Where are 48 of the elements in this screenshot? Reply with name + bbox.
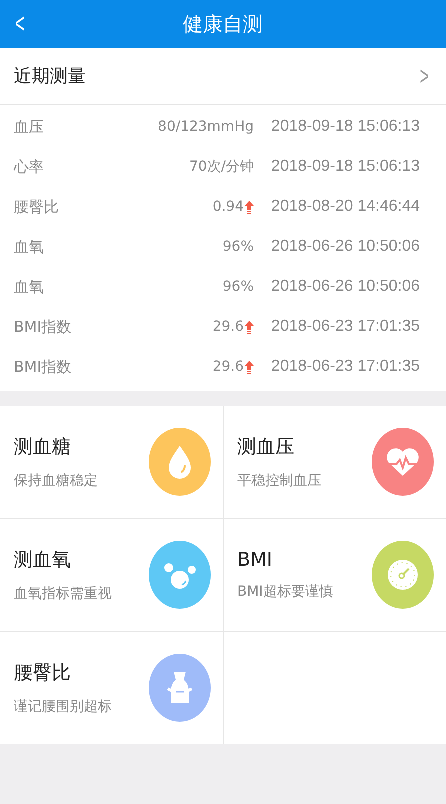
measurement-name: 血氧 bbox=[14, 278, 45, 296]
measurement-value: 0.94 bbox=[212, 199, 244, 215]
tile-title: 腰臀比 bbox=[14, 661, 72, 686]
test-tile[interactable]: 测血糖 保持血糖稳定 bbox=[0, 406, 222, 518]
test-tile[interactable]: 测血氧 血氧指标需重视 bbox=[0, 519, 222, 631]
measurement-value: 80/123mmHg bbox=[158, 119, 254, 135]
measurement-value: 29.6 bbox=[212, 319, 244, 335]
measurement-value: 29.6 bbox=[212, 359, 244, 375]
measurement-time: 2018-06-23 17:01:35 bbox=[270, 318, 421, 336]
measurement-time: 2018-06-26 10:50:06 bbox=[270, 238, 421, 256]
measurement-time: 2018-06-23 17:01:35 bbox=[270, 358, 421, 376]
measurement-time: 2018-08-20 14:46:44 bbox=[270, 198, 421, 216]
measurement-value: 96% bbox=[222, 279, 254, 295]
gauge-icon bbox=[372, 541, 434, 609]
tile-subtitle: BMI超标要谨慎 bbox=[238, 583, 334, 601]
measurement-name: 心率 bbox=[14, 158, 45, 176]
tile-title: 测血压 bbox=[238, 435, 296, 460]
measurement-name: BMI指数 bbox=[14, 318, 73, 336]
tile-subtitle: 谨记腰围别超标 bbox=[14, 698, 112, 716]
test-tile[interactable]: BMI BMI超标要谨慎 bbox=[224, 519, 446, 631]
vase-icon bbox=[148, 654, 210, 722]
tile-title: BMI bbox=[238, 549, 274, 571]
chevron-icon: > bbox=[420, 60, 429, 92]
up-arrow-icon bbox=[245, 360, 254, 374]
bubbles-icon bbox=[148, 541, 210, 609]
measurement-name: 腰臀比 bbox=[14, 198, 60, 216]
measurement-time: 2018-09-18 15:06:13 bbox=[270, 118, 421, 136]
up-arrow-icon bbox=[245, 320, 254, 334]
tile-subtitle: 血氧指标需重视 bbox=[14, 585, 112, 603]
back-button[interactable]: < bbox=[8, 10, 32, 38]
section-title: 近期测量 bbox=[14, 65, 86, 88]
tile-title: 测血氧 bbox=[14, 548, 72, 573]
recent-header[interactable]: 近期测量 > bbox=[0, 48, 446, 105]
page-title: 健康自测 bbox=[183, 12, 263, 36]
drop-icon bbox=[148, 428, 210, 496]
measurement-value: 70次/分钟 bbox=[189, 158, 254, 176]
test-tile[interactable]: 测血压 平稳控制血压 bbox=[224, 406, 446, 518]
measurement-name: 血氧 bbox=[14, 238, 45, 256]
measurement-time: 2018-09-18 15:06:13 bbox=[270, 158, 421, 176]
measurement-name: BMI指数 bbox=[14, 358, 73, 376]
tile-subtitle: 保持血糖稳定 bbox=[14, 472, 98, 490]
tile-subtitle: 平稳控制血压 bbox=[238, 472, 322, 490]
measurement-name: 血压 bbox=[14, 118, 45, 136]
test-tile[interactable]: 腰臀比 谨记腰围别超标 bbox=[0, 632, 222, 744]
tile-title: 测血糖 bbox=[14, 435, 72, 460]
measurement-value: 96% bbox=[222, 239, 254, 255]
up-arrow-icon bbox=[245, 200, 254, 214]
measurement-time: 2018-06-26 10:50:06 bbox=[270, 278, 421, 296]
